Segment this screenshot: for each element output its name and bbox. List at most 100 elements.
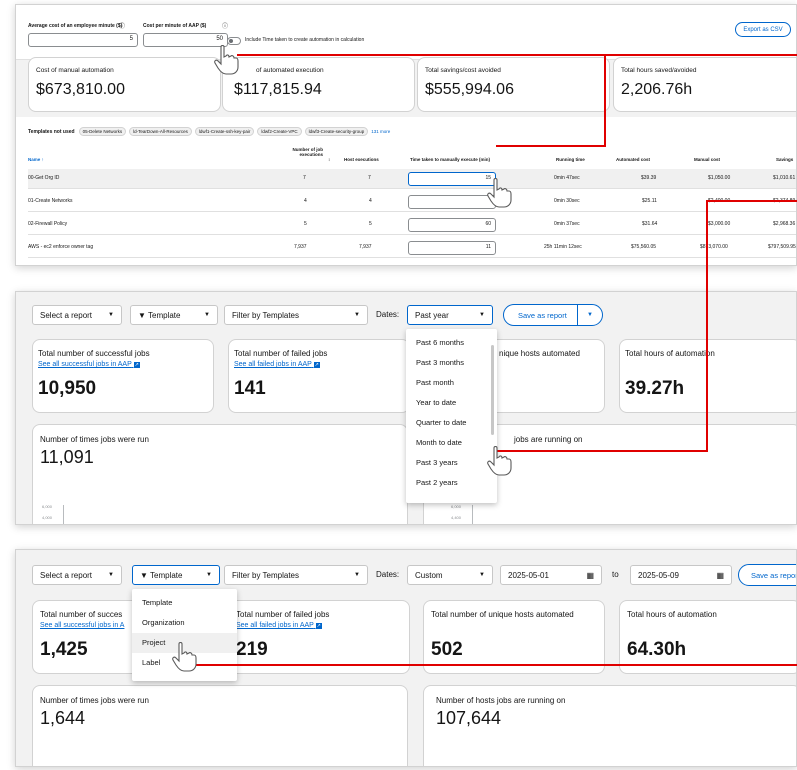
see-successful-jobs-link[interactable]: See all successful jobs in A [40,622,124,629]
caret-down-icon: ▼ [354,312,360,318]
dates-value: Past year [415,310,449,320]
template-dropdown[interactable]: ▼ Template ▼ [132,565,220,585]
hand-cursor-icon [487,446,512,476]
col-running-time[interactable]: Running time [556,157,585,162]
col-job-exec[interactable]: Number of job executions [278,147,324,157]
date-option[interactable]: Past 6 months [406,333,497,353]
date-option[interactable]: Past month [406,373,497,393]
include-time-toggle[interactable] [227,37,241,45]
end-date-value: 2025-05-09 [638,570,679,580]
row-running: 0min 30sec [554,198,580,204]
caret-down-icon: ▼ [204,312,210,318]
save-as-report-label: Save as report [518,310,567,320]
col-manual-cost[interactable]: Manual cost [694,157,720,162]
dates-dropdown[interactable]: Custom ▼ [407,565,493,585]
date-option[interactable]: Past 3 years [406,453,497,473]
save-as-report-button[interactable]: Save as report [738,564,796,586]
filter-option[interactable]: Organization [132,613,237,633]
automated-cost-card: of automated execution $117,815.94 [222,57,415,112]
col-name[interactable]: Name ↑ [28,157,44,162]
col-host-exec[interactable]: ↕ [328,157,330,162]
caret-down-icon: ▼ [479,572,485,578]
template-dropdown[interactable]: ▼ Template ▼ [130,305,218,325]
dropdown-scrollbar[interactable] [491,345,494,435]
card-label: Total hours of automation [627,610,717,619]
dates-dropdown[interactable]: Past year ▼ [407,305,493,325]
table-row: 01-Create Networks 4 4 0min 30sec $25.11… [28,192,796,212]
time-input[interactable]: 11 [408,241,496,255]
see-failed-jobs-link[interactable]: See all failed jobs in AAP ↗ [236,622,322,629]
row-hosts: 4 [369,198,372,204]
template-chip: ldwf2-Create-VPC [257,127,302,136]
toggle-label: Include Time taken to create automation … [245,37,365,43]
unique-hosts-card: Total number of unique hosts automated 5… [423,600,605,674]
card-value: $117,815.94 [234,81,322,98]
row-jobs: 7,937 [294,244,307,250]
external-link-icon: ↗ [315,623,322,629]
select-report-dropdown[interactable]: Select a report ▼ [32,305,122,325]
card-label: Total number of succes [40,610,123,619]
time-input[interactable]: 60 [408,218,496,232]
card-value: 39.27h [625,378,685,399]
time-input[interactable]: 15 [408,172,496,186]
template-chip: ld-TearDown-All-Resources [129,127,192,136]
card-value: 64.30h [627,639,687,660]
see-successful-jobs-link[interactable]: See all successful jobs in AAP ↗ [38,361,140,368]
card-label: Total number of failed jobs [236,610,330,619]
help-icon[interactable]: ⓘ [222,21,228,30]
calendar-icon[interactable]: ▦ [716,571,724,580]
save-as-report-button[interactable]: Save as report ▼ [503,304,603,326]
filter-option[interactable]: Template [132,593,237,613]
time-input[interactable] [408,195,496,209]
annotation-line [497,450,708,452]
chart-axis [63,505,64,524]
external-link-icon: ↗ [313,362,320,368]
row-manual-cost: $3,000.00 [708,221,731,227]
annotation-line [185,664,797,666]
see-failed-jobs-link[interactable]: See all failed jobs in AAP ↗ [234,361,320,368]
col-time-taken[interactable]: Time taken to manually execute (min) [410,157,490,162]
select-report-dropdown[interactable]: Select a report ▼ [32,565,122,585]
row-name: 02-Firewall Policy [28,221,68,227]
date-option[interactable]: Year to date [406,393,497,413]
calendar-icon[interactable]: ▦ [586,571,594,580]
row-auto-cost: $75,560.05 [631,244,657,250]
link-label: See all successful jobs in AAP [38,361,132,368]
avg-cost-input[interactable]: 5 [28,33,138,47]
date-option[interactable]: Past 2 years [406,473,497,493]
failed-jobs-card: Total number of failed jobs See all fail… [228,600,410,674]
template-chip: 05-Delete Networks [78,127,127,136]
col-savings[interactable]: Savings [776,157,793,162]
template-label: Template [148,310,181,320]
savings-calculator-panel: Average cost of an employee minute ($) ⓘ… [15,4,797,266]
date-option[interactable]: Quarter to date [406,413,497,433]
end-date-input[interactable]: 2025-05-09 ▦ [630,565,732,585]
card-label: jobs are running on [514,435,583,444]
hours-automation-card: Total hours of automation 39.27h [619,339,796,413]
row-hosts: 7 [368,175,371,181]
start-date-input[interactable]: 2025-05-01 ▦ [500,565,602,585]
col-automated-cost[interactable]: Automated cost [616,157,650,162]
caret-down-icon[interactable]: ▼ [577,305,602,325]
row-running: 0min 47sec [554,175,580,181]
filter-icon: ▼ [138,310,146,320]
row-running: 25h 11min 12sec [544,244,582,250]
more-chips-link[interactable]: 131 more [371,129,390,134]
help-icon[interactable]: ⓘ [119,21,125,30]
avg-cost-label: Average cost of an employee minute ($) [28,23,123,29]
filter-templates-dropdown[interactable]: Filter by Templates ▼ [224,565,368,585]
date-option[interactable]: Past 3 months [406,353,497,373]
successful-jobs-card: Total number of successful jobs See all … [32,339,214,413]
card-label: Total hours saved/avoided [621,67,697,74]
annotation-line [237,54,797,56]
row-hosts: 5 [369,221,372,227]
caret-down-icon: ▼ [108,572,114,578]
export-csv-button[interactable]: Export as CSV [735,22,791,37]
row-auto-cost: $25.11 [642,198,657,204]
row-manual-cost: $873,070.00 [700,244,728,250]
col-host-exec-label[interactable]: Host executions [344,157,379,162]
date-option[interactable]: Month to date [406,433,497,453]
card-value: 1,644 [40,708,86,728]
filter-templates-dropdown[interactable]: Filter by Templates ▼ [224,305,368,325]
hours-automation-card: Total hours of automation 64.30h [619,600,796,674]
